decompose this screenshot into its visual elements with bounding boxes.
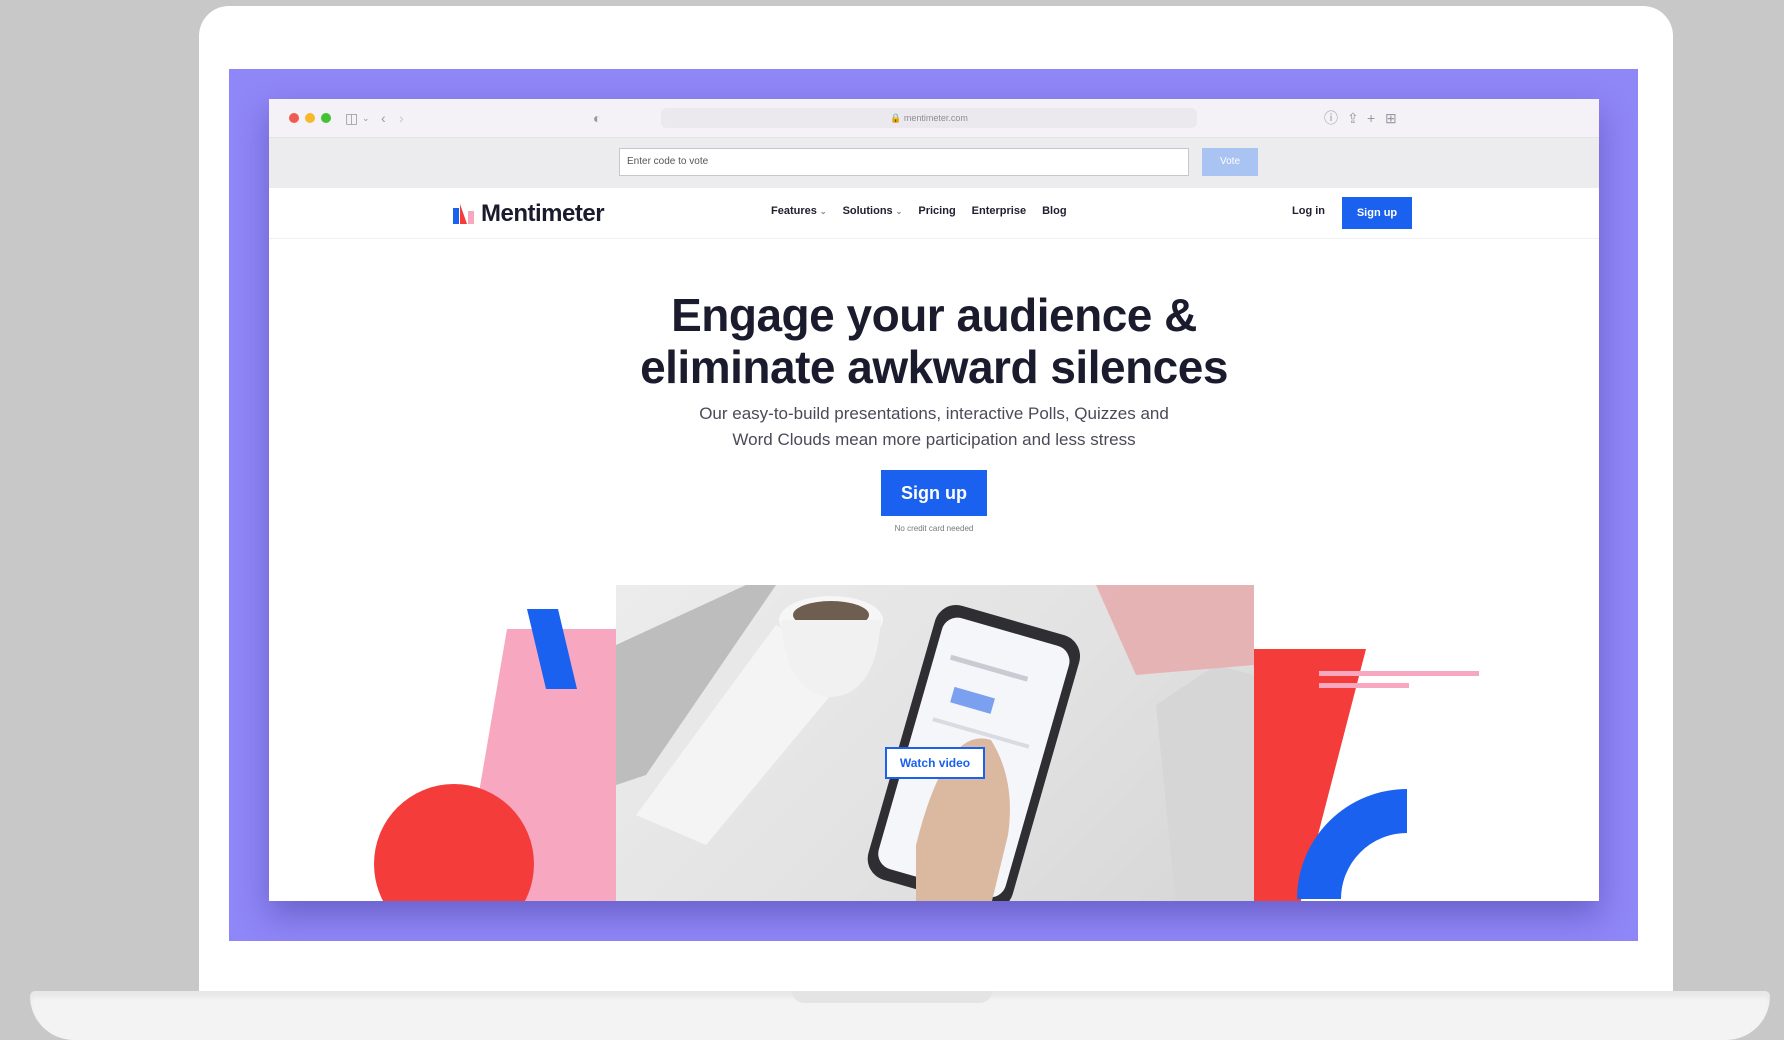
- back-icon[interactable]: ‹: [381, 108, 386, 128]
- blue-quarter-circle-shape: [1297, 789, 1407, 899]
- share-icon[interactable]: ⇪: [1347, 108, 1359, 128]
- minimize-window-button[interactable]: [305, 113, 315, 123]
- shield-icon[interactable]: ◐: [593, 108, 601, 128]
- hero-subtitle: Our easy-to-build presentations, interac…: [699, 404, 1169, 449]
- lock-icon: 🔒: [890, 113, 904, 123]
- vote-code-input[interactable]: Enter code to vote: [619, 148, 1189, 176]
- new-tab-icon[interactable]: +: [1367, 108, 1375, 128]
- info-icon[interactable]: ⓘ: [1324, 108, 1338, 128]
- tabs-grid-icon[interactable]: ⊞: [1385, 108, 1397, 128]
- nav-link-solutions[interactable]: Solutions ⌄: [843, 205, 903, 217]
- maximize-window-button[interactable]: [321, 113, 331, 123]
- forward-icon[interactable]: ›: [399, 108, 404, 128]
- pink-stripe-shape: [1319, 683, 1409, 688]
- vote-button[interactable]: Vote: [1202, 148, 1258, 176]
- hero-title: Engage your audience & eliminate awkward…: [640, 289, 1228, 393]
- nav-link-enterprise[interactable]: Enterprise: [972, 205, 1026, 217]
- address-bar[interactable]: 🔒 mentimeter.com: [661, 108, 1197, 128]
- mentimeter-logo-icon[interactable]: [453, 204, 475, 224]
- laptop-notch: [792, 991, 992, 1003]
- close-window-button[interactable]: [289, 113, 299, 123]
- phone-photo-illustration: [616, 585, 1254, 901]
- nav-links: Features ⌄ Solutions ⌄ Pricing Enterprise …: [771, 205, 1067, 217]
- url-text: mentimeter.com: [903, 113, 968, 123]
- nav-link-blog[interactable]: Blog: [1042, 205, 1066, 217]
- no-credit-card-note: No credit card needed: [894, 524, 974, 533]
- laptop-screen: ◫ ⌄ ‹ › ◐ 🔒 mentimeter.com ⓘ ⇪ + ⊞ Enter…: [229, 69, 1638, 941]
- browser-titlebar: ◫ ⌄ ‹ › ◐ 🔒 mentimeter.com ⓘ ⇪ + ⊞: [269, 99, 1599, 138]
- browser-window: ◫ ⌄ ‹ › ◐ 🔒 mentimeter.com ⓘ ⇪ + ⊞ Enter…: [269, 99, 1599, 901]
- chevron-down-icon: ⌄: [819, 207, 827, 216]
- hero-photo: Watch video: [616, 585, 1254, 901]
- nav-link-features[interactable]: Features ⌄: [771, 205, 827, 217]
- header-signup-button[interactable]: Sign up: [1342, 197, 1412, 229]
- nav-link-pricing[interactable]: Pricing: [918, 205, 955, 217]
- login-link[interactable]: Log in: [1292, 205, 1325, 217]
- vote-bar: Enter code to vote Vote: [269, 138, 1599, 188]
- chevron-down-icon[interactable]: ⌄: [362, 108, 370, 128]
- pink-stripe-shape: [1319, 671, 1479, 676]
- watch-video-button[interactable]: Watch video: [885, 747, 985, 779]
- site-header: Mentimeter Features ⌄ Solutions ⌄ Pricing …: [269, 188, 1599, 239]
- chevron-down-icon: ⌄: [895, 207, 903, 216]
- sidebar-icon[interactable]: ◫: [345, 108, 358, 128]
- hero-signup-button[interactable]: Sign up: [881, 470, 987, 516]
- logo-wordmark[interactable]: Mentimeter: [481, 200, 605, 228]
